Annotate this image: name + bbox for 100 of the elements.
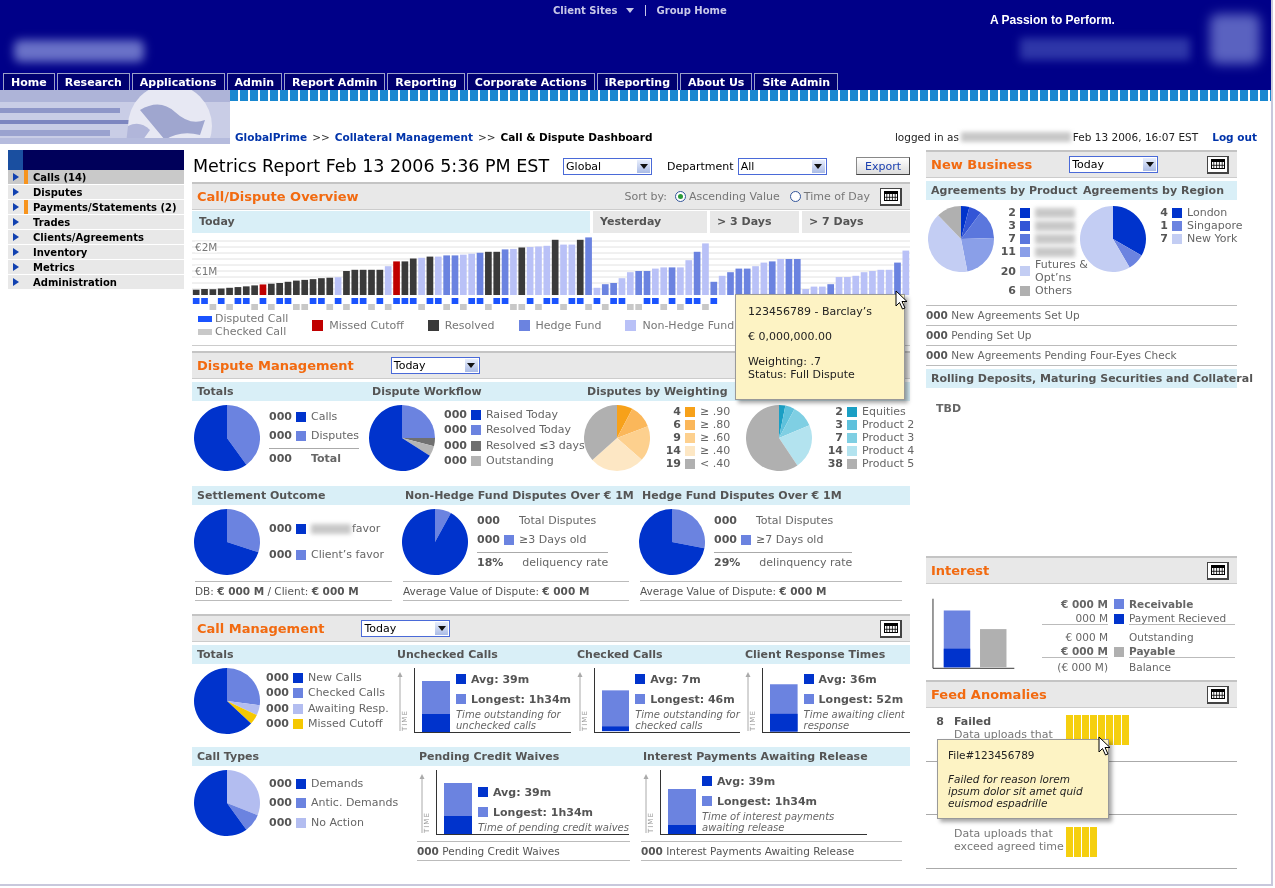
nav-tab[interactable]: Site Admin	[754, 73, 839, 90]
legend-count: 3	[1007, 219, 1016, 232]
legend-label: Longest: 52m	[818, 692, 904, 706]
legend-label: Avg: 39m	[717, 774, 776, 788]
radio-label[interactable]: Time of Day	[803, 190, 870, 203]
legend-count: 7	[1159, 232, 1168, 245]
section-title: Agreements by Region	[1082, 184, 1225, 197]
panel-title: Call Management	[197, 621, 325, 636]
legend-label: Hedge Fund	[535, 318, 602, 332]
radio-button[interactable]	[675, 191, 686, 202]
dropdown-select[interactable]: All	[737, 157, 827, 175]
export-button[interactable]: Export	[856, 157, 910, 175]
dropdown-arrow-icon[interactable]	[1145, 162, 1154, 167]
row-note: Data uploads that exceed agreed time	[954, 827, 1065, 853]
legend-count: 1	[1159, 219, 1168, 232]
dropdown-arrow-icon[interactable]	[814, 163, 823, 169]
dropdown-arrow-icon[interactable]	[467, 363, 476, 368]
sidebar-item[interactable]: Trades	[8, 215, 184, 230]
tooltip-text: Failed for reason lorem ipsum dolor sit amet quid euismod espadrille	[948, 773, 1084, 809]
legend-label: Disputes	[310, 429, 359, 442]
legend-count: 000	[477, 533, 500, 546]
legend-label: Total Disputes	[755, 515, 834, 528]
nav-tab[interactable]: Home	[3, 73, 55, 90]
amount-label: Payable	[1129, 645, 1235, 658]
table-view-button[interactable]	[880, 187, 902, 206]
legend-label: Product 2	[862, 419, 915, 431]
table-view-button[interactable]	[1207, 155, 1229, 174]
sidebar-item[interactable]: Clients/Agreements	[8, 230, 184, 245]
bar-drawing	[602, 690, 630, 732]
nav-tab[interactable]: Reporting	[387, 73, 465, 90]
legend-label: Singapore	[1187, 219, 1244, 232]
nav-tab[interactable]: iReporting	[596, 73, 679, 90]
sidebar-item[interactable]: Administration	[8, 275, 184, 290]
nav-tab[interactable]: Admin	[226, 73, 282, 90]
radio-label[interactable]: Ascending Value	[689, 190, 780, 203]
sidebar-item[interactable]: Inventory	[8, 245, 184, 260]
dropdown-select[interactable]: Today	[1069, 156, 1159, 173]
sidebar-item[interactable]: Calls (14)	[8, 170, 184, 185]
section-title: Dispute Workflow	[371, 385, 483, 398]
legend-label: Checked Calls	[307, 687, 385, 700]
nav-tab[interactable]: Applications	[131, 73, 225, 90]
table-view-button[interactable]	[880, 619, 902, 638]
legend-label: Missed Cutoff	[307, 718, 383, 731]
table-view-button[interactable]	[1207, 561, 1229, 580]
dropdown-arrow-icon[interactable]	[639, 163, 648, 169]
legend-label: ≥3 Days old	[518, 533, 587, 546]
grid-icon	[1210, 689, 1225, 699]
breadcrumb-link[interactable]: GlobalPrime	[235, 131, 308, 143]
sidebar-item[interactable]: Payments/Statements (2)	[8, 200, 184, 215]
dropdown-select[interactable]: Global	[563, 157, 653, 175]
legend-label: New Calls	[307, 671, 362, 684]
grid-icon	[1210, 159, 1225, 169]
sidebar-item[interactable]: Metrics	[8, 260, 184, 275]
legend-count: 000	[714, 533, 737, 546]
breadcrumb-separator: >>	[312, 131, 330, 143]
summary-text: 000 Interest Payments Awaiting Release	[641, 841, 902, 861]
legend-label: Raised Today	[485, 408, 558, 421]
legend-label: Longest: 1h34m	[493, 805, 594, 819]
legend-label: ≥ .40	[700, 445, 731, 457]
legend-label: Futures & Opt’ns	[1035, 258, 1089, 284]
nav-tab[interactable]: About Us	[680, 73, 753, 90]
stat-line: 000 Pending Set Up	[926, 325, 1237, 345]
dropdown-select[interactable]: Today	[361, 620, 451, 637]
chart-note: Time outstanding for checked calls	[635, 709, 740, 731]
pie-drawing	[639, 509, 705, 575]
table-view-button[interactable]	[1207, 685, 1229, 704]
legend-count: 7	[834, 432, 843, 444]
panel-title: Feed Anomalies	[931, 687, 1047, 702]
caret-icon[interactable]	[625, 8, 634, 13]
legend-count: 14	[664, 445, 681, 457]
section-title: Rolling Deposits, Maturing Securities and Collateral	[930, 372, 1253, 385]
amount-text: € 000 M	[1042, 645, 1108, 658]
dropdown-arrow-icon[interactable]	[437, 626, 446, 631]
legend-count: 000	[269, 797, 292, 809]
legend-count: 000	[266, 702, 289, 715]
nav-tab[interactable]: Research	[56, 73, 130, 90]
header-link[interactable]: Client Sites	[553, 5, 618, 16]
legend-label: Avg: 36m	[818, 672, 877, 686]
logout-link[interactable]: Log out	[1212, 131, 1257, 143]
axis-arrow	[745, 672, 751, 732]
sidebar-item[interactable]: Disputes	[8, 185, 184, 200]
legend-label: Checked Call	[215, 325, 287, 338]
axis-arrow	[397, 672, 403, 732]
chart-note: Time awaiting client response	[803, 709, 906, 731]
upload-bars-drawing	[1066, 827, 1097, 857]
radio-button[interactable]	[789, 191, 801, 202]
breadcrumb-link[interactable]: Collateral Management	[334, 131, 473, 143]
section-title: Hedge Fund Disputes Over € 1M	[641, 489, 843, 502]
legend-label: < .40	[700, 458, 731, 470]
summary-text: Average Value of Dispute: € 000 M	[640, 581, 902, 601]
grid-icon	[1210, 565, 1225, 575]
section-title: Unchecked Calls	[396, 648, 499, 661]
pie-drawing	[369, 405, 435, 471]
dropdown-select[interactable]: Today	[390, 357, 480, 374]
header-link[interactable]: Group Home	[656, 5, 727, 16]
nav-tab[interactable]: Report Admin	[284, 73, 386, 90]
nav-tab[interactable]: Corporate Actions	[466, 73, 595, 90]
legend-count: 9	[672, 432, 681, 444]
chart-note: Time of pending credit waives	[478, 822, 629, 833]
login-timestamp: Feb 13 2006, 16:07 EST	[1072, 131, 1199, 143]
